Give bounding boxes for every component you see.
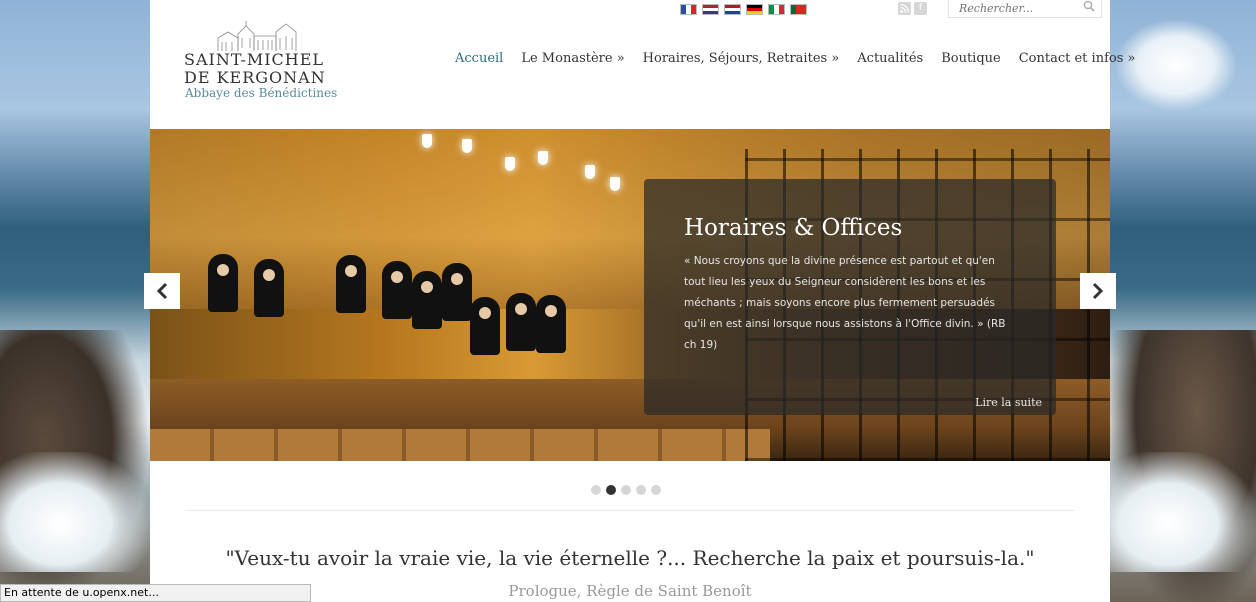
search-icon[interactable] bbox=[1083, 0, 1095, 12]
nav-item-horaires-sejours-retraites[interactable]: Horaires, Séjours, Retraites » bbox=[643, 51, 840, 66]
lamp-icon bbox=[422, 134, 432, 148]
nun-figure bbox=[506, 293, 536, 351]
nun-figure bbox=[442, 263, 472, 321]
featured-quote: "Veux-tu avoir la vraie vie, la vie éter… bbox=[225, 546, 1035, 570]
lamp-icon bbox=[538, 151, 548, 165]
hero-slider: Horaires & Offices « Nous croyons que la… bbox=[150, 129, 1110, 461]
divider bbox=[185, 510, 1074, 511]
nav-item-le-monastere[interactable]: Le Monastère » bbox=[521, 51, 624, 66]
search-box bbox=[948, 0, 1102, 19]
page-container: SAINT-MICHEL DE KERGONAN Abbaye des Béné… bbox=[144, 0, 1135, 602]
search-input[interactable] bbox=[957, 0, 1081, 19]
nun-figure bbox=[208, 254, 238, 312]
slider-dot[interactable] bbox=[651, 485, 661, 495]
nun-figure bbox=[470, 297, 500, 355]
lamp-icon bbox=[585, 165, 595, 179]
browser-status-bar: En attente de u.openx.net... bbox=[0, 584, 311, 602]
slide-caption: Horaires & Offices « Nous croyons que la… bbox=[644, 179, 1056, 415]
facebook-icon[interactable]: f bbox=[914, 2, 927, 15]
nl-flag-icon[interactable] bbox=[724, 4, 741, 15]
slider-dot[interactable] bbox=[591, 485, 601, 495]
slider-next-button[interactable] bbox=[1080, 273, 1116, 309]
fr-flag-icon[interactable] bbox=[680, 4, 697, 15]
pt-flag-icon[interactable] bbox=[790, 4, 807, 15]
language-switcher bbox=[680, 4, 807, 15]
slide-title: Horaires & Offices bbox=[684, 215, 903, 241]
slider-prev-button[interactable] bbox=[144, 273, 180, 309]
slider-dot[interactable] bbox=[621, 485, 631, 495]
nav-item-actualites[interactable]: Actualités bbox=[857, 51, 923, 66]
nun-figure bbox=[412, 271, 442, 329]
slider-dot[interactable] bbox=[636, 485, 646, 495]
nun-figure bbox=[536, 295, 566, 353]
nav-item-boutique[interactable]: Boutique bbox=[941, 51, 1001, 66]
chevron-left-icon bbox=[156, 282, 168, 300]
nav-item-contact-et-infos[interactable]: Contact et infos » bbox=[1019, 51, 1136, 66]
it-flag-icon[interactable] bbox=[768, 4, 785, 15]
slide-text: « Nous croyons que la divine présence es… bbox=[684, 255, 1006, 351]
slider-dot[interactable] bbox=[606, 485, 616, 495]
social-links: f bbox=[898, 2, 927, 15]
main-navigation: Accueil Le Monastère » Horaires, Séjours… bbox=[455, 51, 1153, 66]
nun-figure bbox=[254, 259, 284, 317]
logo-title-line1: SAINT-MICHEL bbox=[184, 50, 325, 69]
background-waves-left bbox=[0, 452, 150, 572]
rss-icon[interactable] bbox=[898, 2, 911, 15]
nun-figure bbox=[336, 255, 366, 313]
nav-item-accueil[interactable]: Accueil bbox=[455, 51, 503, 66]
us-flag-icon[interactable] bbox=[702, 4, 719, 15]
chevron-right-icon bbox=[1092, 282, 1104, 300]
lamp-icon bbox=[610, 177, 620, 191]
site-logo[interactable]: SAINT-MICHEL DE KERGONAN Abbaye des Béné… bbox=[184, 20, 338, 100]
lamp-icon bbox=[505, 157, 515, 171]
slider-pagination bbox=[591, 485, 661, 495]
nun-figure bbox=[382, 261, 412, 319]
slide-image-pews bbox=[150, 429, 770, 461]
background-waves-right bbox=[1110, 452, 1256, 572]
logo-title-line2: DE KERGONAN bbox=[184, 68, 326, 87]
logo-subtitle: Abbaye des Bénédictines bbox=[185, 86, 338, 100]
de-flag-icon[interactable] bbox=[746, 4, 763, 15]
abbey-drawing-icon bbox=[217, 21, 297, 51]
lamp-icon bbox=[462, 139, 472, 153]
site-header: SAINT-MICHEL DE KERGONAN Abbaye des Béné… bbox=[150, 0, 1135, 129]
read-more-link[interactable]: Lire la suite bbox=[975, 396, 1042, 409]
